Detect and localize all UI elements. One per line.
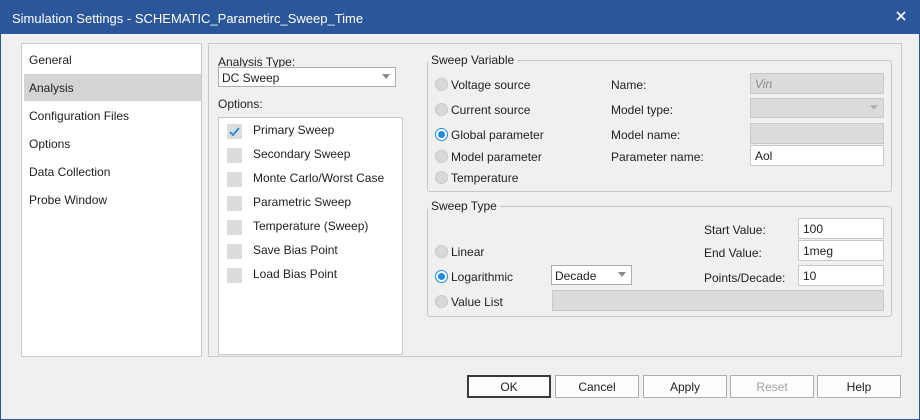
radio-label: Logarithmic — [451, 270, 514, 284]
name-label: Name: — [611, 78, 647, 92]
radio-global-parameter[interactable] — [435, 128, 448, 141]
options-label: Options: — [218, 97, 263, 111]
points-per-decade-field[interactable]: 10 — [798, 265, 884, 286]
parameter-name-label: Parameter name: — [611, 150, 704, 164]
radio-current-source[interactable] — [435, 103, 448, 116]
analysis-type-select[interactable]: DC Sweep — [218, 67, 396, 87]
nav-item-label: Configuration Files — [29, 109, 130, 123]
checkmark-icon — [229, 127, 240, 137]
checkbox[interactable] — [227, 196, 242, 211]
checkbox[interactable] — [227, 148, 242, 163]
log-scale-value: Decade — [555, 269, 597, 283]
name-value: Vin — [755, 77, 773, 91]
checkbox[interactable] — [227, 172, 242, 187]
nav-item-data-collection[interactable]: Data Collection — [24, 158, 201, 185]
radio-label: Current source — [451, 103, 531, 117]
nav-item-label: Analysis — [29, 81, 74, 95]
option-label: Temperature (Sweep) — [253, 219, 369, 233]
model-type-select — [750, 98, 884, 118]
end-value-label: End Value: — [704, 246, 762, 260]
end-value-field[interactable]: 1meg — [798, 240, 884, 261]
parameter-name-value: Aol — [755, 149, 773, 163]
nav-item-label: Data Collection — [29, 165, 111, 179]
radio-label: Linear — [451, 245, 485, 259]
radio-label: Voltage source — [451, 78, 531, 92]
nav-item-label: General — [29, 53, 72, 67]
end-value: 1meg — [803, 244, 834, 258]
option-label: Monte Carlo/Worst Case — [253, 171, 385, 185]
settings-category-list: General Analysis Configuration Files Opt… — [21, 43, 202, 357]
model-name-field — [750, 123, 884, 144]
start-value-label: Start Value: — [704, 223, 766, 237]
window-title: Simulation Settings - SCHEMATIC_Parameti… — [12, 11, 364, 26]
option-label: Save Bias Point — [253, 243, 338, 257]
points-per-decade-label: Points/Decade: — [704, 271, 786, 285]
option-label: Secondary Sweep — [253, 147, 351, 161]
radio-model-parameter[interactable] — [435, 150, 448, 163]
radio-label: Model parameter — [451, 150, 542, 164]
options-list: Primary Sweep Secondary Sweep Monte Carl… — [218, 117, 403, 355]
sweep-type-title: Sweep Type — [428, 199, 500, 213]
checkbox[interactable] — [227, 268, 242, 283]
close-icon[interactable] — [891, 6, 911, 26]
start-value-field[interactable]: 100 — [798, 218, 884, 239]
chevron-down-icon — [382, 74, 390, 79]
chevron-down-icon — [618, 272, 626, 277]
title-bar: Simulation Settings - SCHEMATIC_Parameti… — [1, 1, 919, 34]
help-button[interactable]: Help — [817, 375, 901, 398]
reset-button: Reset — [730, 375, 814, 398]
checkbox[interactable] — [227, 220, 242, 235]
radio-linear[interactable] — [435, 245, 448, 258]
nav-item-analysis[interactable]: Analysis — [24, 74, 201, 101]
checkbox[interactable] — [227, 124, 242, 139]
radio-label: Value List — [451, 295, 503, 309]
nav-item-configuration-files[interactable]: Configuration Files — [24, 102, 201, 129]
model-name-label: Model name: — [611, 128, 681, 142]
name-field: Vin — [750, 73, 884, 94]
checkbox[interactable] — [227, 244, 242, 259]
log-scale-select[interactable]: Decade — [551, 265, 632, 285]
points-per-decade-value: 10 — [803, 269, 817, 283]
radio-value-list[interactable] — [435, 295, 448, 308]
nav-item-label: Probe Window — [29, 193, 108, 207]
option-label: Parametric Sweep — [253, 195, 352, 209]
nav-item-probe-window[interactable]: Probe Window — [24, 186, 201, 213]
value-list-field — [552, 290, 884, 311]
parameter-name-field[interactable]: Aol — [750, 145, 884, 166]
cancel-button[interactable]: Cancel — [555, 375, 639, 398]
option-label: Primary Sweep — [253, 123, 335, 137]
radio-label: Temperature — [451, 171, 519, 185]
ok-button[interactable]: OK — [467, 375, 551, 398]
model-type-label: Model type: — [611, 103, 674, 117]
chevron-down-icon — [870, 105, 878, 110]
nav-item-label: Options — [29, 137, 71, 151]
apply-button[interactable]: Apply — [643, 375, 727, 398]
radio-temperature[interactable] — [435, 171, 448, 184]
radio-label: Global parameter — [451, 128, 544, 142]
option-label: Load Bias Point — [253, 267, 338, 281]
radio-voltage-source[interactable] — [435, 78, 448, 91]
analysis-type-value: DC Sweep — [222, 71, 280, 85]
radio-logarithmic[interactable] — [435, 270, 448, 283]
start-value: 100 — [803, 222, 824, 236]
analysis-panel: Analysis Type: DC Sweep Options: Primary… — [208, 43, 902, 357]
nav-item-options[interactable]: Options — [24, 130, 201, 157]
nav-item-general[interactable]: General — [24, 46, 201, 73]
sweep-variable-title: Sweep Variable — [428, 53, 518, 67]
simulation-settings-dialog: Simulation Settings - SCHEMATIC_Parameti… — [0, 0, 920, 420]
